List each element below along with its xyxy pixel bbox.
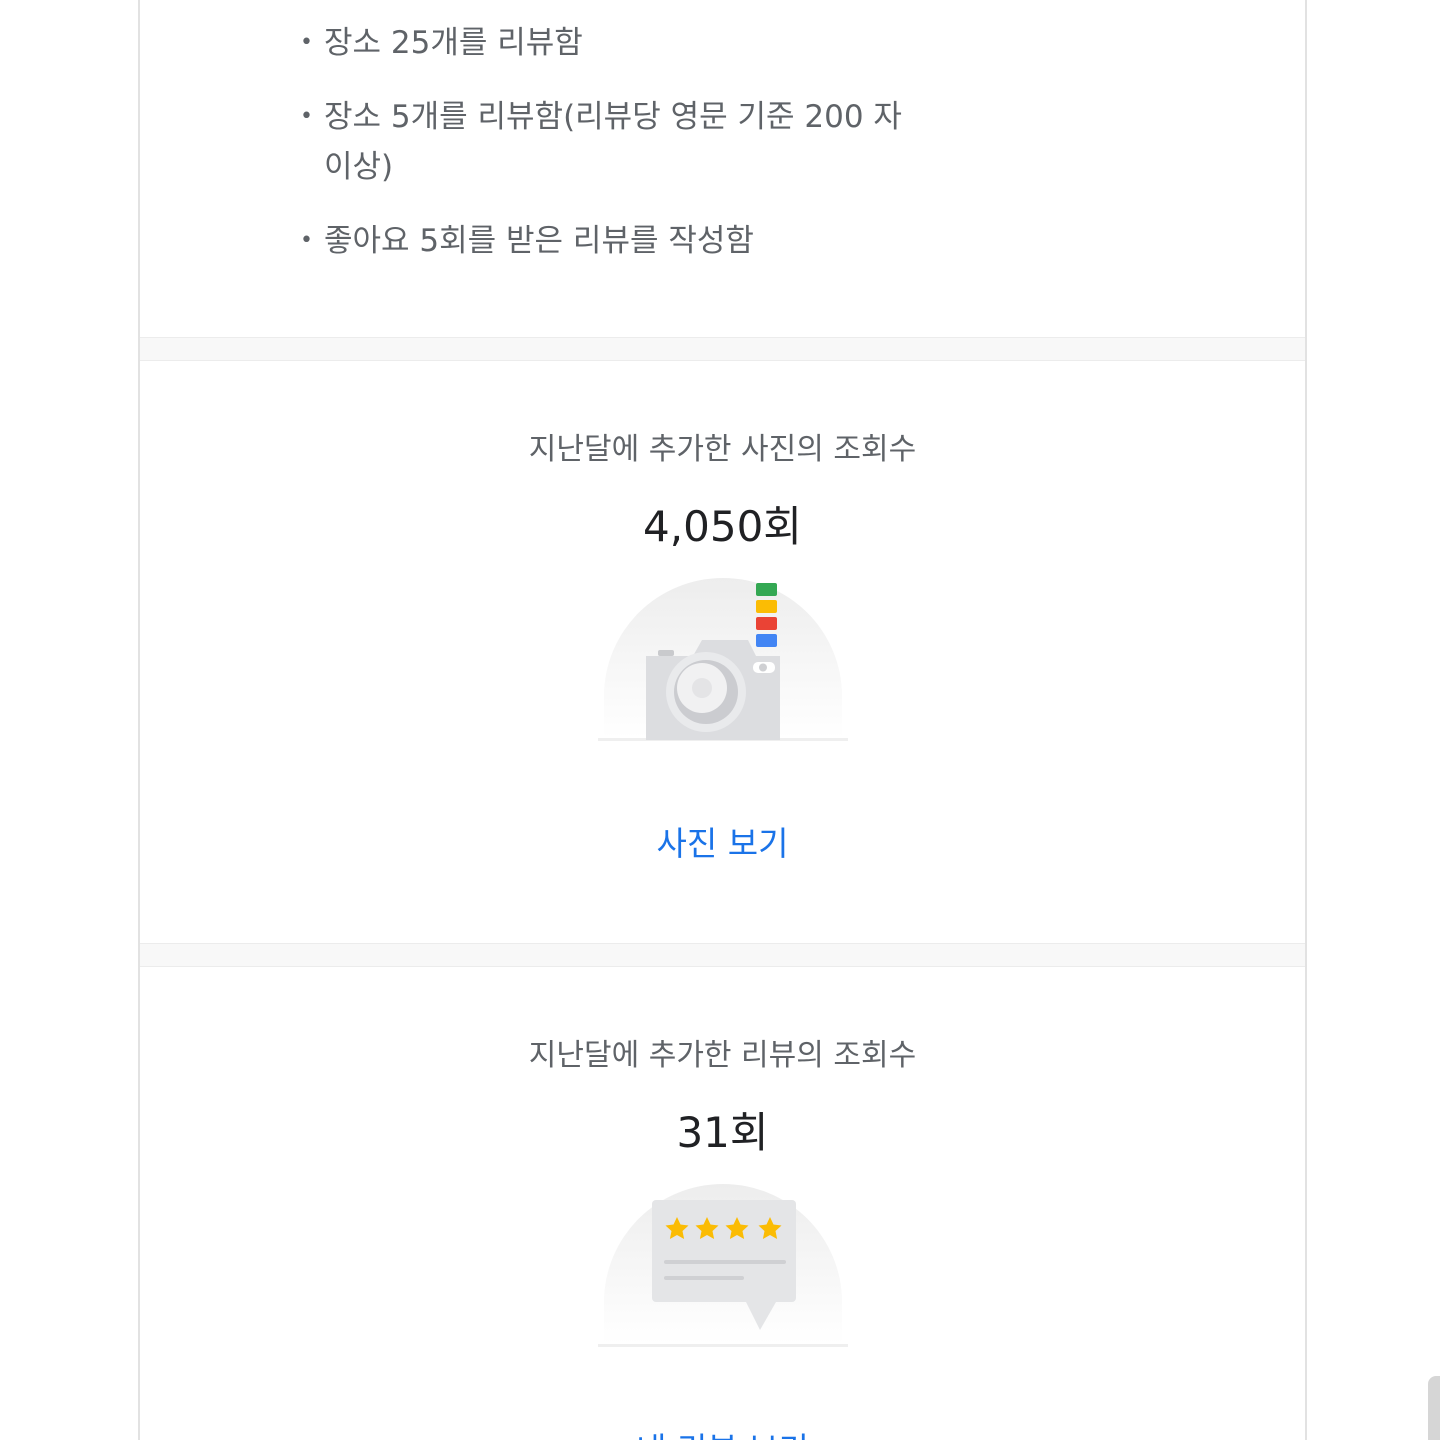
photo-views-label: 지난달에 추가한 사진의 조회수	[528, 432, 917, 467]
view-reviews-link[interactable]: 내 리뷰 보기	[636, 1428, 809, 1440]
content-frame: 장소 25개를 리뷰함 장소 5개를 리뷰함(리뷰당 영문 기준 200 자 이…	[138, 0, 1307, 1440]
review-views-card: 지난달에 추가한 리뷰의 조회수 31회	[140, 1036, 1305, 1440]
requirement-item: 장소 5개를 리뷰함(리뷰당 영문 기준 200 자 이상)	[300, 92, 940, 192]
view-photos-link[interactable]: 사진 보기	[657, 822, 789, 866]
review-views-value: 31회	[676, 1108, 769, 1157]
requirement-item: 좋아요 5회를 받은 리뷰를 작성함	[300, 216, 940, 266]
photo-views-value: 4,050회	[643, 502, 802, 551]
review-views-label: 지난달에 추가한 리뷰의 조회수	[528, 1038, 917, 1073]
camera-icon	[597, 578, 848, 758]
review-card-icon	[597, 1184, 848, 1364]
section-divider	[140, 337, 1305, 361]
requirements-list: 장소 25개를 리뷰함 장소 5개를 리뷰함(리뷰당 영문 기준 200 자 이…	[300, 18, 940, 290]
photo-views-card: 지난달에 추가한 사진의 조회수 4,050회 사진 보기	[140, 430, 1305, 866]
requirement-item: 장소 25개를 리뷰함	[300, 18, 940, 68]
scrollbar-handle[interactable]	[1428, 1376, 1440, 1440]
section-divider	[140, 943, 1305, 967]
